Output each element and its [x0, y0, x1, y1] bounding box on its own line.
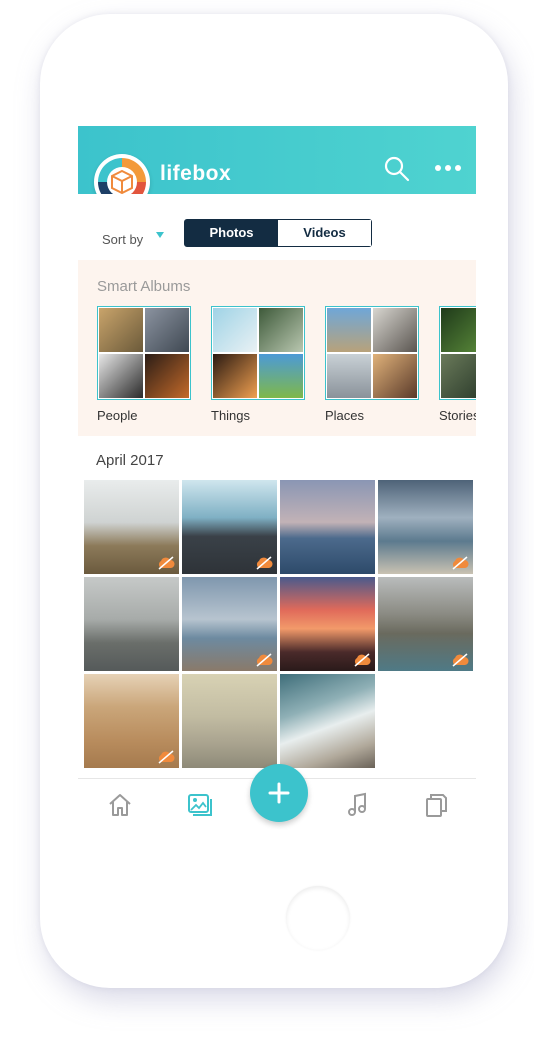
cloud-sync-icon	[452, 556, 469, 570]
home-icon[interactable]	[106, 791, 134, 819]
photo-thumbnail[interactable]	[280, 577, 375, 671]
album-thumbnail-grid	[211, 306, 305, 400]
cloud-sync-icon	[354, 653, 371, 667]
cloud-sync-icon	[452, 653, 469, 667]
photo-thumbnail[interactable]	[182, 577, 277, 671]
smart-albums-section: Smart Albums People Things Places Storie…	[78, 260, 476, 436]
sort-by-label[interactable]: Sort by	[102, 232, 143, 247]
plus-icon	[268, 782, 290, 804]
filter-bar: Sort by Photos Videos	[78, 194, 476, 260]
photo-thumbnail[interactable]	[84, 674, 179, 768]
photo-thumbnail[interactable]	[280, 480, 375, 574]
add-button[interactable]	[250, 764, 308, 822]
photo-thumbnail[interactable]	[378, 577, 473, 671]
media-type-toggle: Photos Videos	[184, 219, 372, 247]
photo-thumbnail[interactable]	[280, 674, 375, 768]
photo-thumbnail[interactable]	[84, 577, 179, 671]
album-thumbnail-grid	[97, 306, 191, 400]
album-people[interactable]: People	[97, 306, 191, 423]
caret-down-icon[interactable]	[154, 230, 166, 240]
cloud-sync-icon	[256, 653, 273, 667]
section-date-header: April 2017	[96, 452, 164, 469]
album-label: Places	[325, 408, 365, 423]
home-hardware-button[interactable]	[286, 886, 350, 950]
album-places[interactable]: Places	[325, 306, 419, 423]
photo-thumbnail[interactable]	[378, 480, 473, 574]
photos-icon[interactable]	[186, 791, 214, 819]
photo-thumbnail[interactable]	[84, 480, 179, 574]
album-thumbnail-grid	[325, 306, 419, 400]
photo-thumbnail[interactable]	[182, 480, 277, 574]
tab-photos[interactable]: Photos	[185, 220, 278, 246]
album-label: Stories	[439, 408, 476, 423]
smart-albums-title: Smart Albums	[97, 278, 191, 295]
app-screen: lifebox Sort by Photos Videos Smart Albu…	[78, 126, 476, 830]
search-icon[interactable]	[384, 156, 410, 182]
cloud-sync-icon	[256, 556, 273, 570]
photo-thumbnail[interactable]	[182, 674, 277, 768]
tab-videos[interactable]: Videos	[278, 220, 371, 246]
album-label: Things	[211, 408, 251, 423]
album-thumbnail-grid	[439, 306, 476, 400]
more-dots-icon[interactable]	[433, 158, 463, 178]
album-label: People	[97, 408, 138, 423]
music-icon[interactable]	[344, 791, 372, 819]
app-name: lifebox	[160, 162, 232, 185]
album-stories[interactable]: Stories	[439, 306, 476, 423]
documents-icon[interactable]	[422, 791, 450, 819]
cloud-sync-icon	[158, 556, 175, 570]
album-things[interactable]: Things	[211, 306, 305, 423]
cloud-sync-icon	[158, 750, 175, 764]
